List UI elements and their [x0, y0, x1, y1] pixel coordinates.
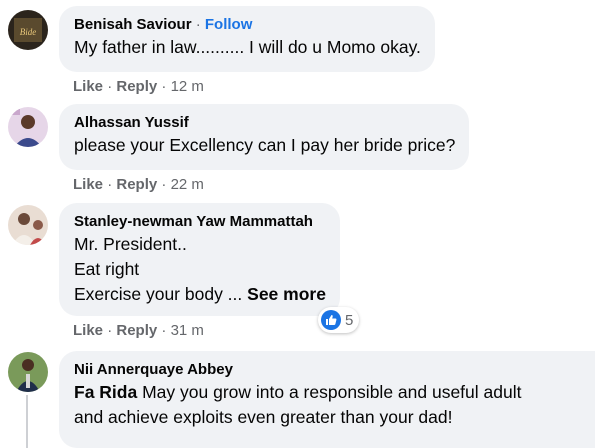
separator-dot: ·	[161, 176, 167, 193]
mention-link[interactable]: Fa Rida	[74, 382, 137, 402]
separator-dot: ·	[107, 176, 113, 193]
comment-bubble: Stanley-newman Yaw Mammattah Mr. Preside…	[59, 203, 340, 316]
author-name[interactable]: Benisah Saviour	[74, 16, 192, 33]
profile-photo-icon	[8, 205, 48, 245]
comment-text: My father in law.......... I will do u M…	[74, 37, 421, 57]
see-more-link[interactable]: See more	[247, 284, 326, 304]
comment-actions: Like · Reply · 31 m	[73, 321, 204, 341]
svg-text:Bide: Bide	[20, 27, 37, 37]
comment-bubble: Nii Annerquaye Abbey Fa Rida May you gro…	[59, 351, 595, 448]
profile-photo-icon: Bide	[8, 10, 48, 50]
timestamp[interactable]: 22 m	[171, 176, 204, 193]
comment-text-line: Mr. President..	[74, 234, 187, 254]
author-name[interactable]: Alhassan Yussif	[74, 113, 455, 133]
comment-text-line: May you grow into a responsible and usef…	[137, 382, 522, 402]
like-button[interactable]: Like	[73, 322, 103, 339]
comment-actions: Like · Reply · 12 m	[73, 77, 204, 97]
comment-text: please your Excellency can I pay her bri…	[74, 135, 456, 155]
profile-photo-icon	[8, 352, 48, 392]
thread-line	[26, 395, 28, 448]
like-icon	[321, 310, 341, 330]
reply-button[interactable]: Reply	[116, 322, 157, 339]
comment-bubble: Benisah Saviour · Follow My father in la…	[59, 6, 435, 72]
comment-actions: Like · Reply · 22 m	[73, 175, 204, 195]
timestamp[interactable]: 12 m	[171, 78, 204, 95]
separator-dot: ·	[161, 78, 167, 95]
separator-dot: ·	[195, 16, 201, 33]
avatar[interactable]: Bide	[8, 10, 48, 50]
reaction-summary[interactable]: 5	[318, 307, 360, 333]
author-name[interactable]: Stanley-newman Yaw Mammattah	[74, 212, 326, 232]
reply-button[interactable]: Reply	[116, 78, 157, 95]
follow-button[interactable]: Follow	[205, 16, 253, 33]
comment-text-line: Exercise your body ...	[74, 284, 243, 304]
comment-text-line: and achieve exploits even greater than y…	[74, 407, 453, 427]
comment-bubble: Alhassan Yussif please your Excellency c…	[59, 104, 470, 170]
like-button[interactable]: Like	[73, 176, 103, 193]
avatar[interactable]	[8, 107, 48, 147]
author-name[interactable]: Nii Annerquaye Abbey	[74, 360, 581, 380]
like-button[interactable]: Like	[73, 78, 103, 95]
avatar[interactable]	[8, 352, 48, 392]
comment-text-line: Eat right	[74, 259, 140, 279]
reaction-count: 5	[345, 311, 354, 329]
reply-button[interactable]: Reply	[116, 176, 157, 193]
timestamp[interactable]: 31 m	[171, 322, 204, 339]
separator-dot: ·	[161, 322, 167, 339]
profile-photo-icon	[8, 107, 48, 147]
separator-dot: ·	[107, 78, 113, 95]
avatar[interactable]	[8, 205, 48, 245]
separator-dot: ·	[107, 322, 113, 339]
